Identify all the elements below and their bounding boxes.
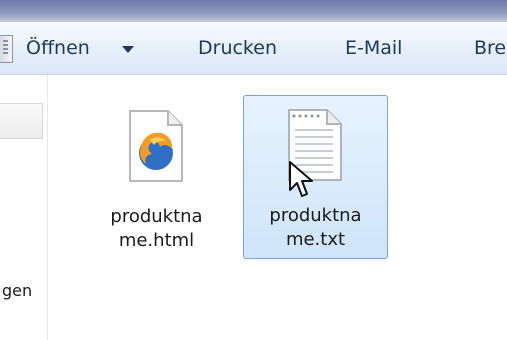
email-button[interactable]: E-Mail [345,37,402,59]
command-toolbar: Öffnen Drucken E-Mail Bre [0,22,507,75]
open-button[interactable]: Öffnen [26,37,90,59]
file-name-line-1: produktna [269,205,362,226]
file-name-label: produktna me.html [85,205,228,253]
file-name-line-2: me.html [118,230,195,251]
explorer-window: Öffnen Drucken E-Mail Bre gen produktna … [0,0,507,340]
mouse-cursor-icon [289,161,313,197]
file-item-html[interactable]: produktna me.html [85,97,228,259]
navigation-label[interactable]: gen [2,281,32,301]
firefox-html-file-icon [129,110,183,182]
titlebar-gradient [0,14,507,22]
burn-button[interactable]: Bre [474,37,506,59]
file-name-line-1: produktna [110,206,203,227]
chevron-down-icon[interactable] [122,46,134,53]
file-name-line-2: me.txt [285,229,346,250]
print-button[interactable]: Drucken [198,37,277,59]
file-name-label: produktna me.txt [244,204,387,252]
navigation-item[interactable] [0,103,43,139]
open-icon [0,35,13,63]
navigation-pane: gen [0,75,48,340]
